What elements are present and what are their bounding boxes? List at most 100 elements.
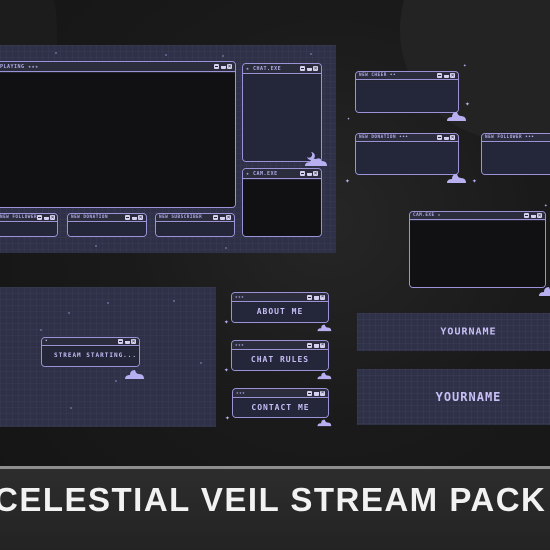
donation-alert: NEW DONATION ••• <box>355 133 466 183</box>
star-dot <box>95 245 97 247</box>
follower-alert-title: NEW FOLLOWER <box>0 215 38 220</box>
maximize-icon[interactable] <box>443 73 449 78</box>
star-dot <box>40 329 42 331</box>
sparkle-icon: ✦ <box>224 365 229 374</box>
close-icon[interactable] <box>131 337 136 347</box>
moon-cloud-icon <box>301 151 329 167</box>
alert-body <box>482 143 550 174</box>
minimize-icon[interactable] <box>437 135 442 140</box>
minimize-icon[interactable] <box>300 171 305 176</box>
panel-stars: ★★★ <box>235 294 245 300</box>
star-dot <box>310 53 312 55</box>
donation-alert-title: NEW DONATION ••• <box>359 135 409 140</box>
close-icon[interactable] <box>450 133 455 143</box>
close-icon[interactable] <box>450 71 455 81</box>
name-bar-large: YOURNAME <box>357 369 550 425</box>
follower-alert: NEW FOLLOWER ••• <box>481 133 550 175</box>
maximize-icon[interactable] <box>219 215 225 220</box>
star-dot <box>115 380 117 382</box>
minimize-icon[interactable] <box>37 215 43 220</box>
star-dot <box>200 362 202 364</box>
close-icon[interactable] <box>313 169 318 179</box>
minimize-icon[interactable] <box>118 339 123 344</box>
close-icon[interactable] <box>226 213 231 223</box>
stream-starting-window: • STREAM STARTING... <box>41 337 144 379</box>
chat-window-title: ★ CHAT.EXE <box>246 65 282 72</box>
cloud-icon <box>316 365 332 380</box>
maximize-icon[interactable] <box>443 135 449 140</box>
cam-window-title: ★ CAM.EXE <box>246 170 278 177</box>
maximize-icon[interactable] <box>530 213 536 218</box>
alert-body <box>0 223 57 236</box>
maximize-icon[interactable] <box>313 342 319 348</box>
star-dot <box>222 55 224 57</box>
stream-starting-text: STREAM STARTING... <box>54 352 138 359</box>
close-icon[interactable] <box>320 388 325 398</box>
minimize-icon[interactable] <box>125 215 130 220</box>
maximize-icon[interactable] <box>306 66 312 71</box>
starting-screen-panel: • STREAM STARTING... <box>0 287 216 427</box>
donation-alert-box: NEW DONATION <box>67 213 147 237</box>
minimize-icon[interactable] <box>307 294 312 300</box>
alert-body <box>156 223 234 236</box>
panel-body: CONTACT ME <box>233 399 328 417</box>
name-bar-text: YOURNAME <box>440 326 497 338</box>
minimize-icon[interactable] <box>300 66 305 71</box>
maximize-icon[interactable] <box>306 171 312 176</box>
maximize-icon[interactable] <box>131 215 137 220</box>
about-me-panel: ★★★ ABOUT ME <box>231 292 332 332</box>
maximize-icon[interactable] <box>313 390 319 396</box>
sparkle-icon: ✦ <box>465 99 470 108</box>
game-window: PLAYING ★★★ <box>0 61 236 208</box>
star-dot <box>55 52 57 54</box>
sparkle-icon: ✦ <box>544 202 548 209</box>
sparkle-icon: ✦ <box>463 62 467 69</box>
close-icon[interactable] <box>138 213 143 223</box>
subscriber-alert-box: NEW SUBSCRIBER <box>155 213 235 237</box>
minimize-icon[interactable] <box>307 390 312 396</box>
game-window-titlebar: PLAYING ★★★ <box>0 62 235 72</box>
cloud-icon <box>123 364 145 379</box>
chat-window: ★ CHAT.EXE <box>242 63 327 166</box>
panel-body: ABOUT ME <box>232 303 328 322</box>
cloud-icon <box>316 317 332 332</box>
star-dot <box>70 407 72 409</box>
sparkle-icon: ✦ <box>472 176 477 185</box>
minimize-icon[interactable] <box>524 213 529 218</box>
star-dot <box>68 312 70 314</box>
subscriber-alert-title: NEW SUBSCRIBER <box>159 215 203 220</box>
sparkle-icon: ✦ <box>225 413 230 422</box>
panel-stars: ★★★ <box>236 390 246 396</box>
close-icon[interactable] <box>537 211 542 221</box>
alert-body <box>68 223 146 236</box>
close-icon[interactable] <box>50 213 56 223</box>
cam-area <box>243 180 321 236</box>
chat-rules-label: CHAT RULES <box>250 355 310 364</box>
panel-body: CHAT RULES <box>232 351 328 370</box>
main-overlay-panel: PLAYING ★★★ ★ CHAT.EXE ★ CAM.EXE <box>0 45 336 253</box>
minimize-icon[interactable] <box>437 73 442 78</box>
maximize-icon[interactable] <box>124 339 130 344</box>
close-icon[interactable] <box>320 340 325 350</box>
cloud-icon <box>537 281 550 296</box>
maximize-icon[interactable] <box>313 294 319 300</box>
minimize-icon[interactable] <box>214 64 219 69</box>
close-icon[interactable] <box>313 64 318 74</box>
contact-me-label: CONTACT ME <box>251 403 310 412</box>
maximize-icon[interactable] <box>43 215 49 220</box>
close-icon[interactable] <box>320 292 325 302</box>
star-dot <box>107 302 109 304</box>
cheer-alert-title: NEW CHEER •• <box>359 73 397 78</box>
cam-area <box>410 221 545 287</box>
follower-alert-box: NEW FOLLOWER <box>0 213 58 237</box>
donation-alert-title: NEW DONATION <box>71 215 109 220</box>
sparkle-icon: ✦ <box>224 317 229 326</box>
close-icon[interactable] <box>227 62 232 72</box>
maximize-icon[interactable] <box>220 64 226 69</box>
name-bar-small: YOURNAME <box>357 313 550 351</box>
minimize-icon[interactable] <box>213 215 218 220</box>
cam-window-titlebar: ★ CAM.EXE <box>243 169 321 179</box>
contact-me-panel: ★★★ CONTACT ME <box>232 388 332 427</box>
minimize-icon[interactable] <box>307 342 312 348</box>
chat-window-titlebar: ★ CHAT.EXE <box>243 64 321 74</box>
